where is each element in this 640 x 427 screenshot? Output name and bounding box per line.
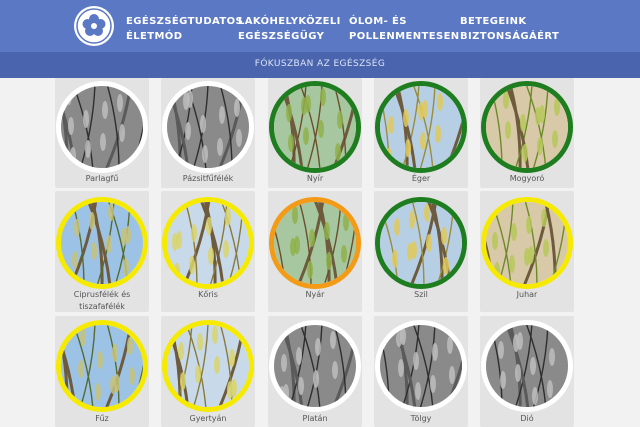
- plant-card-szil[interactable]: Szil: [374, 191, 468, 312]
- sub-header-title[interactable]: FÓKUSZBAN AZ EGÉSZSÉG: [0, 59, 640, 69]
- plant-photo-image: [167, 202, 249, 284]
- plant-card-gyertyan[interactable]: Gyertyán: [161, 316, 255, 427]
- plant-card-koris[interactable]: Kőris: [161, 191, 255, 312]
- plant-label: Ciprusfélék és tiszafafélék: [73, 290, 131, 311]
- plant-card-juhar[interactable]: Juhar: [480, 191, 574, 312]
- plant-photo-image: [61, 325, 143, 407]
- plant-photo-ciprusfelek-es-tiszafafelek: [56, 197, 148, 289]
- plant-label: Parlagfű: [85, 174, 119, 183]
- plant-photo-image: [380, 86, 462, 168]
- plant-photo-image: [274, 325, 356, 407]
- plant-card-nyar[interactable]: Nyár: [268, 191, 362, 312]
- plant-label: Tölgy: [410, 414, 432, 423]
- plant-photo-dio: [481, 320, 573, 412]
- plant-label: Kőris: [198, 290, 218, 299]
- plant-card-parlagfu[interactable]: Parlagfű: [55, 78, 149, 188]
- nav-item-lakohelykozeli-egeszsegugy[interactable]: LAKÓHELYKÖZELI EGÉSZSÉGÜGY: [238, 14, 341, 44]
- plant-photo-image: [274, 86, 356, 168]
- plant-card-eger[interactable]: Éger: [374, 78, 468, 188]
- plant-photo-image: [380, 325, 462, 407]
- plant-card-tolgy[interactable]: Tölgy: [374, 316, 468, 427]
- plant-photo-image: [61, 202, 143, 284]
- plant-label: Szil: [414, 290, 428, 299]
- nav-item-olom-es-pollenmentesen[interactable]: ÓLOM- ÉS POLLENMENTESEN: [349, 14, 460, 44]
- plant-photo-koris: [162, 197, 254, 289]
- plant-photo-image: [61, 86, 143, 168]
- plant-label: Nyár: [305, 290, 325, 299]
- plant-photo-image: [380, 202, 462, 284]
- plant-photo-nyir: [269, 81, 361, 173]
- flower-logo-icon: [76, 8, 112, 44]
- plant-photo-image: [486, 202, 568, 284]
- plant-card-pazsitfufelek[interactable]: Pázsitfűfélék: [161, 78, 255, 188]
- plant-label: Dió: [520, 414, 534, 423]
- plant-photo-gyertyan: [162, 320, 254, 412]
- plant-photo-image: [486, 325, 568, 407]
- plant-card-ciprusfelek-es-tiszafafelek[interactable]: Ciprusfélék és tiszafafélék: [55, 191, 149, 312]
- site-header: EGÉSZSÉGTUDATOS ÉLETMÓD LAKÓHELYKÖZELI E…: [0, 0, 640, 52]
- plant-photo-eger: [375, 81, 467, 173]
- plant-label: Gyertyán: [189, 414, 227, 423]
- plant-label: Juhar: [516, 290, 538, 299]
- plant-photo-tolgy: [375, 320, 467, 412]
- plant-photo-image: [167, 86, 249, 168]
- plant-photo-nyar: [269, 197, 361, 289]
- plant-card-dio[interactable]: Dió: [480, 316, 574, 427]
- plant-label: Nyír: [306, 174, 324, 183]
- photo-background: [274, 202, 356, 284]
- plant-card-fuz[interactable]: Fűz: [55, 316, 149, 427]
- sub-header-bar: FÓKUSZBAN AZ EGÉSZSÉG: [0, 52, 640, 78]
- site-logo[interactable]: [74, 6, 114, 46]
- plant-photo-image: [167, 325, 249, 407]
- plant-photo-szil: [375, 197, 467, 289]
- plant-label: Fűz: [95, 414, 109, 423]
- plant-label: Éger: [411, 174, 431, 183]
- plant-label: Platán: [302, 414, 328, 423]
- plant-card-nyir[interactable]: Nyír: [268, 78, 362, 188]
- plant-label: Pázsitfűfélék: [182, 174, 234, 183]
- plant-photo-juhar: [481, 197, 573, 289]
- plant-card-mogyoro[interactable]: Mogyoró: [480, 78, 574, 188]
- nav-item-egeszsegtudatos-eletmod[interactable]: EGÉSZSÉGTUDATOS ÉLETMÓD: [126, 14, 243, 44]
- plant-photo-image: [486, 86, 568, 168]
- plant-photo-pazsitfufelek: [162, 81, 254, 173]
- plant-photo-image: [274, 202, 356, 284]
- plant-label: Mogyoró: [509, 174, 545, 183]
- plant-photo-platan: [269, 320, 361, 412]
- nav-item-betegeink-biztonsagaert[interactable]: BETEGEINK BIZTONSÁGÁÉRT: [460, 14, 559, 44]
- plant-photo-fuz: [56, 320, 148, 412]
- plant-photo-mogyoro: [481, 81, 573, 173]
- plant-card-platan[interactable]: Platán: [268, 316, 362, 427]
- plant-photo-parlagfu: [56, 81, 148, 173]
